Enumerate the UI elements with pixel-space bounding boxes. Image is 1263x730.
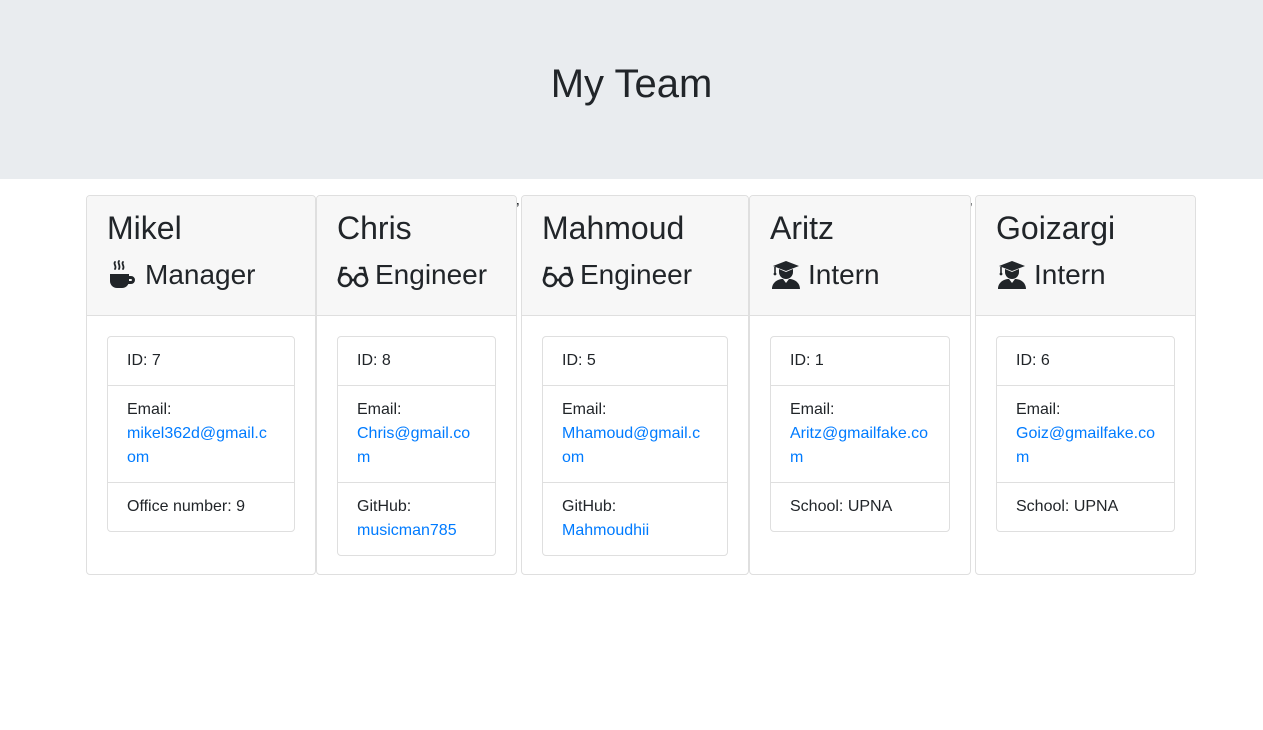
email-label: Email: <box>1016 401 1061 418</box>
employee-name: Goizargi <box>996 210 1116 246</box>
office-number-item: Office number: 9 <box>108 482 294 531</box>
id-item: ID: 7 <box>127 352 161 369</box>
employee-card-intern: Aritz Intern ID: 1 Email: Aritz@gmailfak… <box>749 195 971 575</box>
role-label: Manager <box>145 259 256 290</box>
id-item: ID: 5 <box>562 352 596 369</box>
email-item: Email: mikel362d@gmail.com <box>108 385 294 482</box>
email-link[interactable]: Goiz@gmailfake.com <box>1016 425 1155 466</box>
employee-name: Aritz <box>770 210 834 246</box>
email-item: Email: Aritz@gmailfake.com <box>771 385 949 482</box>
page-title: My Team <box>550 62 713 106</box>
employee-card-manager: Mikel Manager ID: 7 Email: mikel362d@gma… <box>86 195 316 575</box>
github-item: GitHub: musicman785 <box>338 482 495 555</box>
employee-name: Mahmoud <box>542 210 685 246</box>
glasses-icon <box>337 260 369 290</box>
coffee-icon <box>107 260 139 290</box>
email-label: Email: <box>127 401 172 418</box>
header-jumbotron: My Team <box>0 0 1263 179</box>
github-item: GitHub: Mahmoudhii <box>543 482 727 555</box>
details-list: ID: 7 Email: mikel362d@gmail.com Office … <box>107 336 295 532</box>
employee-role: Intern <box>770 256 880 294</box>
email-item: Email: Mhamoud@gmail.com <box>543 385 727 482</box>
card-header: Goizargi Intern <box>976 196 1195 316</box>
github-link[interactable]: Mahmoudhii <box>562 522 649 539</box>
email-label: Email: <box>562 401 607 418</box>
card-header: Chris Engineer <box>317 196 516 316</box>
glasses-icon <box>542 260 574 290</box>
user-graduate-icon <box>770 260 802 290</box>
github-label: GitHub: <box>357 498 412 515</box>
details-list: ID: 5 Email: Mhamoud@gmail.com GitHub: M… <box>542 336 728 556</box>
email-link[interactable]: Aritz@gmailfake.com <box>790 425 928 466</box>
email-link[interactable]: Mhamoud@gmail.com <box>562 425 700 466</box>
employee-card-intern: Goizargi Intern ID: 6 Email: Goiz@gmailf… <box>975 195 1196 575</box>
email-link[interactable]: Chris@gmail.com <box>357 425 470 466</box>
role-label: Intern <box>808 259 880 290</box>
employee-card-engineer: Chris Engineer ID: 8 Email: Chris@gmail.… <box>316 195 517 575</box>
employee-role: Intern <box>996 256 1106 294</box>
email-label: Email: <box>790 401 835 418</box>
school-item: School: UPNA <box>771 482 949 531</box>
employee-name: Mikel <box>107 210 182 246</box>
details-list: ID: 1 Email: Aritz@gmailfake.com School:… <box>770 336 950 532</box>
role-label: Engineer <box>375 259 488 290</box>
id-item: ID: 8 <box>357 352 391 369</box>
school-item: School: UPNA <box>997 482 1174 531</box>
role-label: Engineer <box>580 259 693 290</box>
card-header: Mikel Manager <box>87 196 315 316</box>
github-link[interactable]: musicman785 <box>357 522 457 539</box>
card-header: Mahmoud Engineer <box>522 196 748 316</box>
employee-name: Chris <box>337 210 412 246</box>
github-label: GitHub: <box>562 498 617 515</box>
email-label: Email: <box>357 401 402 418</box>
employee-role: Engineer <box>542 256 692 294</box>
id-item: ID: 1 <box>790 352 824 369</box>
employee-card-engineer: Mahmoud Engineer ID: 5 Email: Mhamoud@gm… <box>521 195 749 575</box>
employee-role: Engineer <box>337 256 487 294</box>
card-header: Aritz Intern <box>750 196 970 316</box>
details-list: ID: 8 Email: Chris@gmail.com GitHub: mus… <box>337 336 496 556</box>
email-item: Email: Goiz@gmailfake.com <box>997 385 1174 482</box>
email-item: Email: Chris@gmail.com <box>338 385 495 482</box>
details-list: ID: 6 Email: Goiz@gmailfake.com School: … <box>996 336 1175 532</box>
role-label: Intern <box>1034 259 1106 290</box>
user-graduate-icon <box>996 260 1028 290</box>
id-item: ID: 6 <box>1016 352 1050 369</box>
email-link[interactable]: mikel362d@gmail.com <box>127 425 267 466</box>
employee-role: Manager <box>107 256 256 294</box>
